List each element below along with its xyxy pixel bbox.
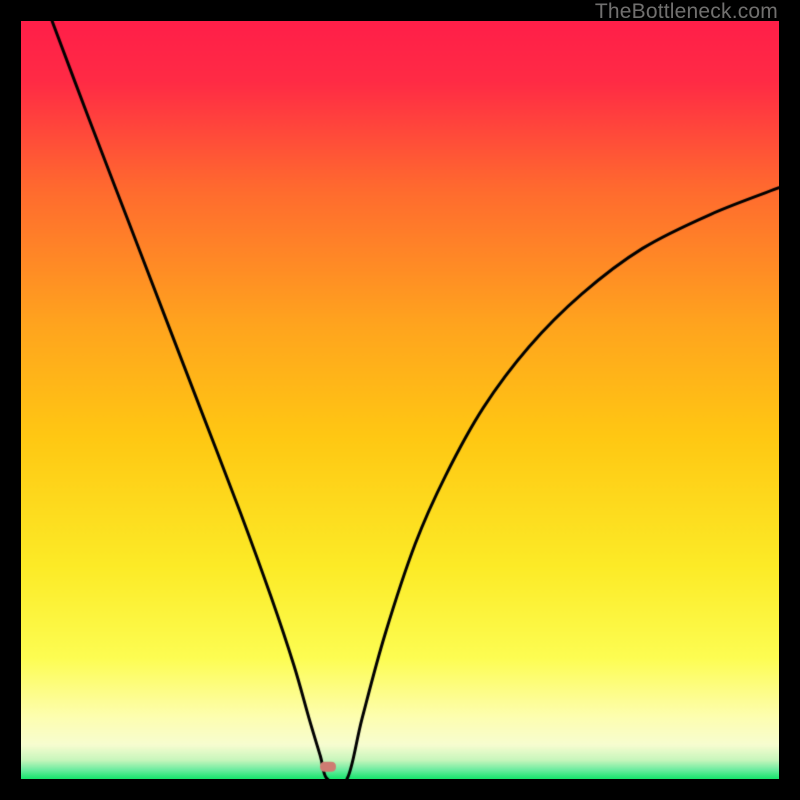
chart-curve <box>21 21 779 779</box>
chart-frame <box>21 21 779 779</box>
